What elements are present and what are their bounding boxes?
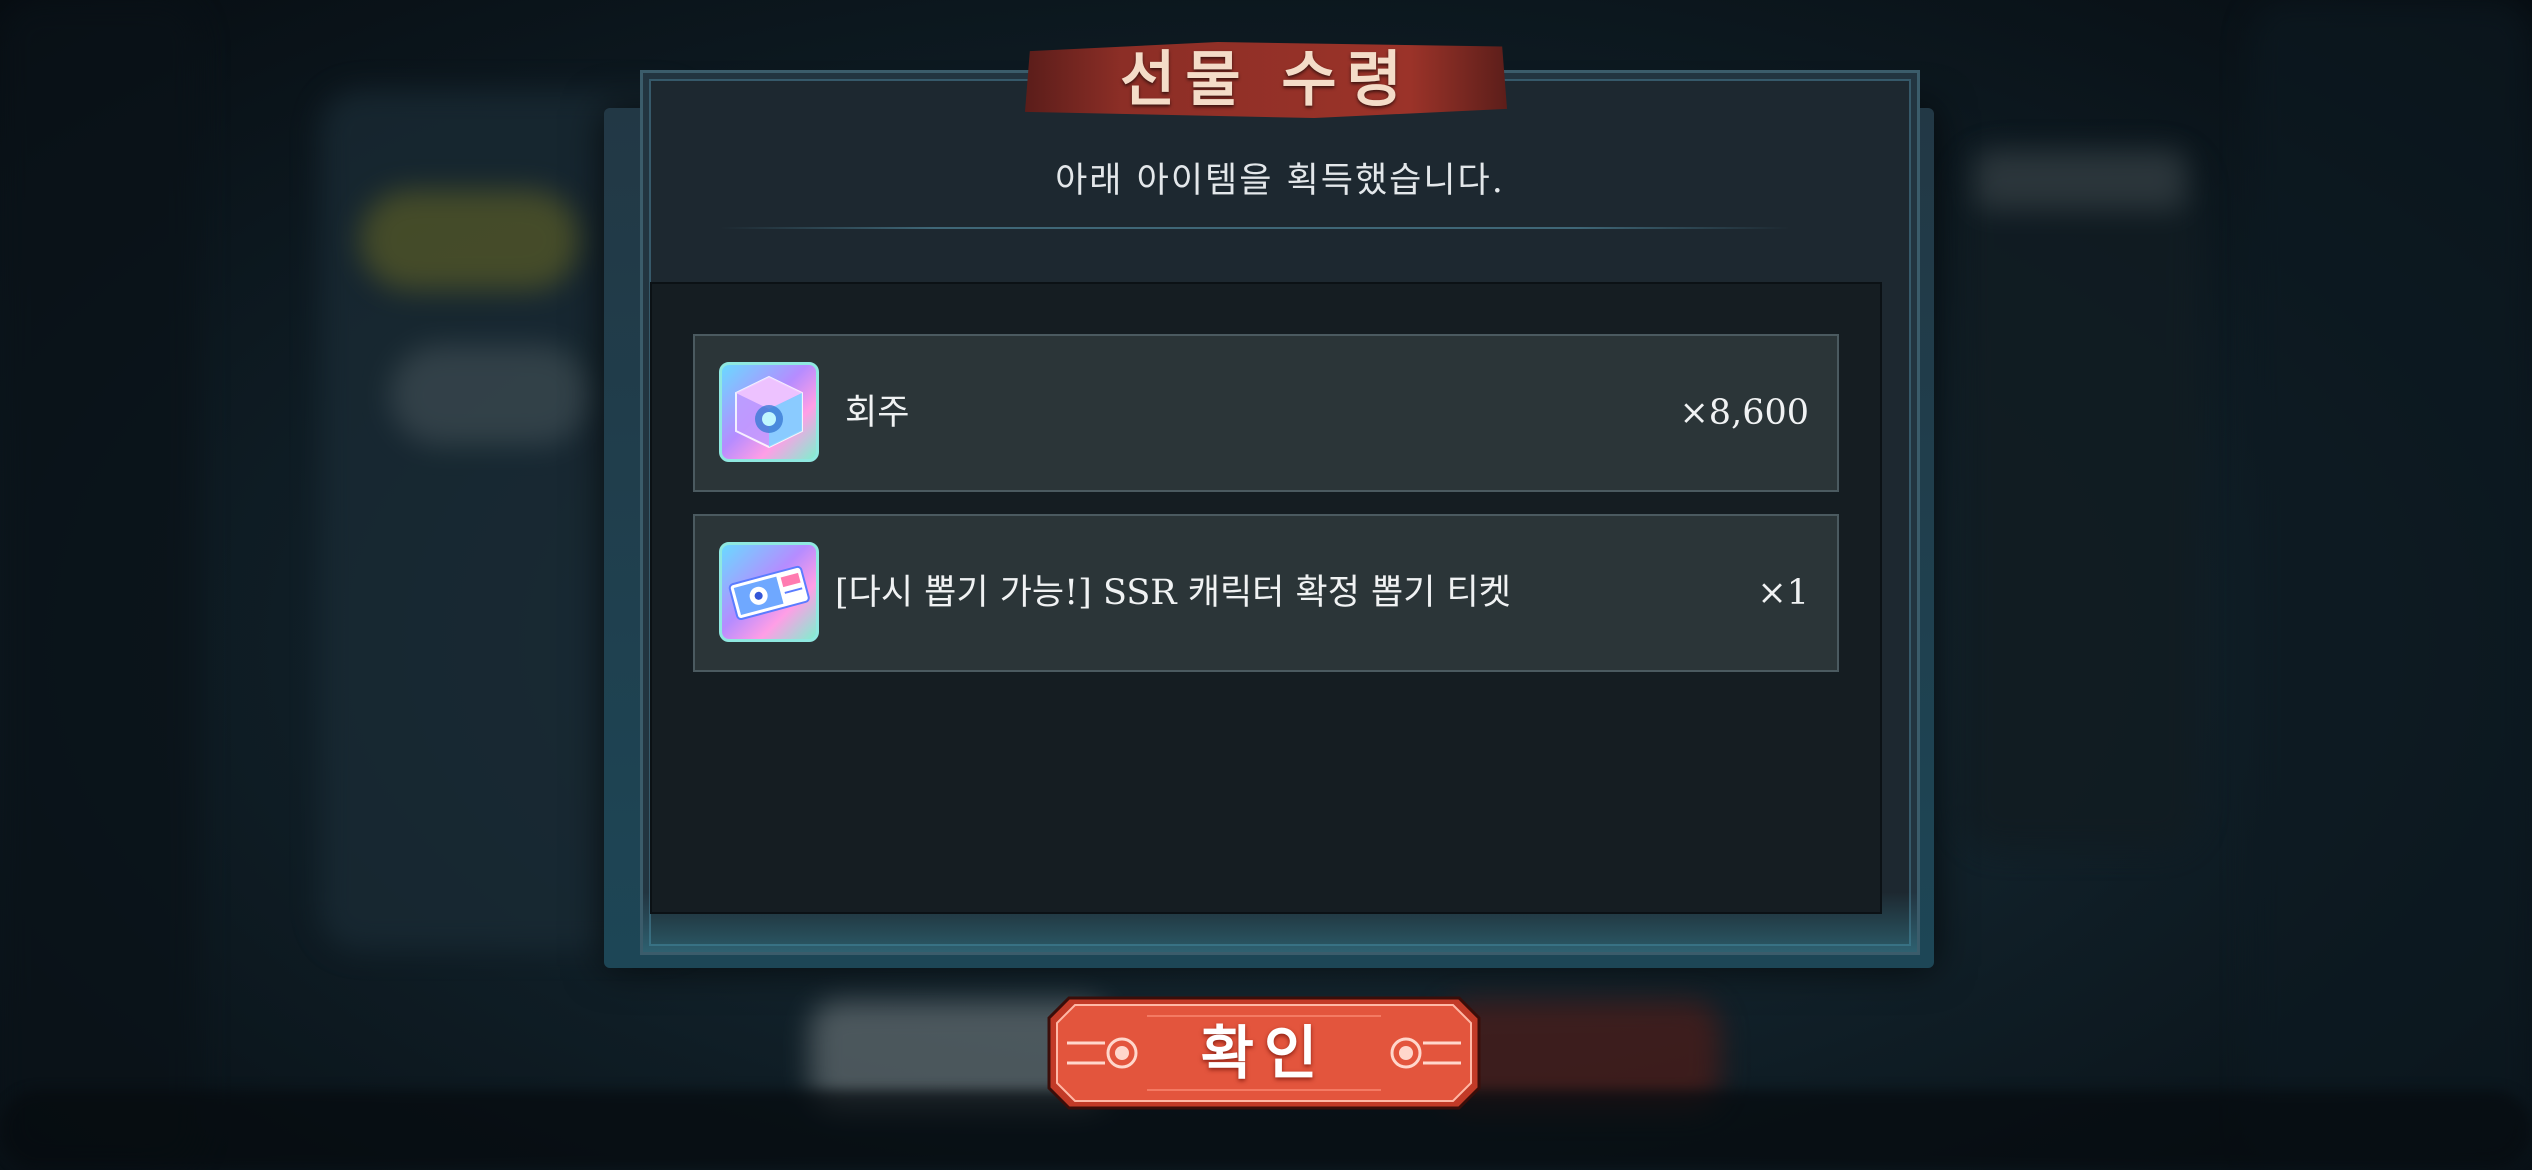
dialog-title: 선물 수령 xyxy=(1120,45,1412,115)
confirm-button-label: 확인 xyxy=(1200,1019,1328,1087)
reward-item-name: [다시 뽑기 가능!] SSR 캐릭터 확정 뽑기 티켓 xyxy=(835,573,1511,613)
dialog-subtitle: 아래 아이템을 획득했습니다. xyxy=(1055,161,1505,201)
confirm-button[interactable]: 확인 xyxy=(1047,996,1481,1110)
reward-item-quantity: ×8,600 xyxy=(1679,393,1809,433)
reward-item: 회주 ×8,600 xyxy=(693,334,1839,492)
crystal-cube-icon xyxy=(719,362,819,462)
gacha-ticket-icon xyxy=(719,542,819,642)
reward-item-name: 회주 xyxy=(845,393,910,433)
divider xyxy=(720,227,1790,229)
reward-item-quantity: ×1 xyxy=(1757,573,1809,613)
reward-item: [다시 뽑기 가능!] SSR 캐릭터 확정 뽑기 티켓 ×1 xyxy=(693,514,1839,672)
